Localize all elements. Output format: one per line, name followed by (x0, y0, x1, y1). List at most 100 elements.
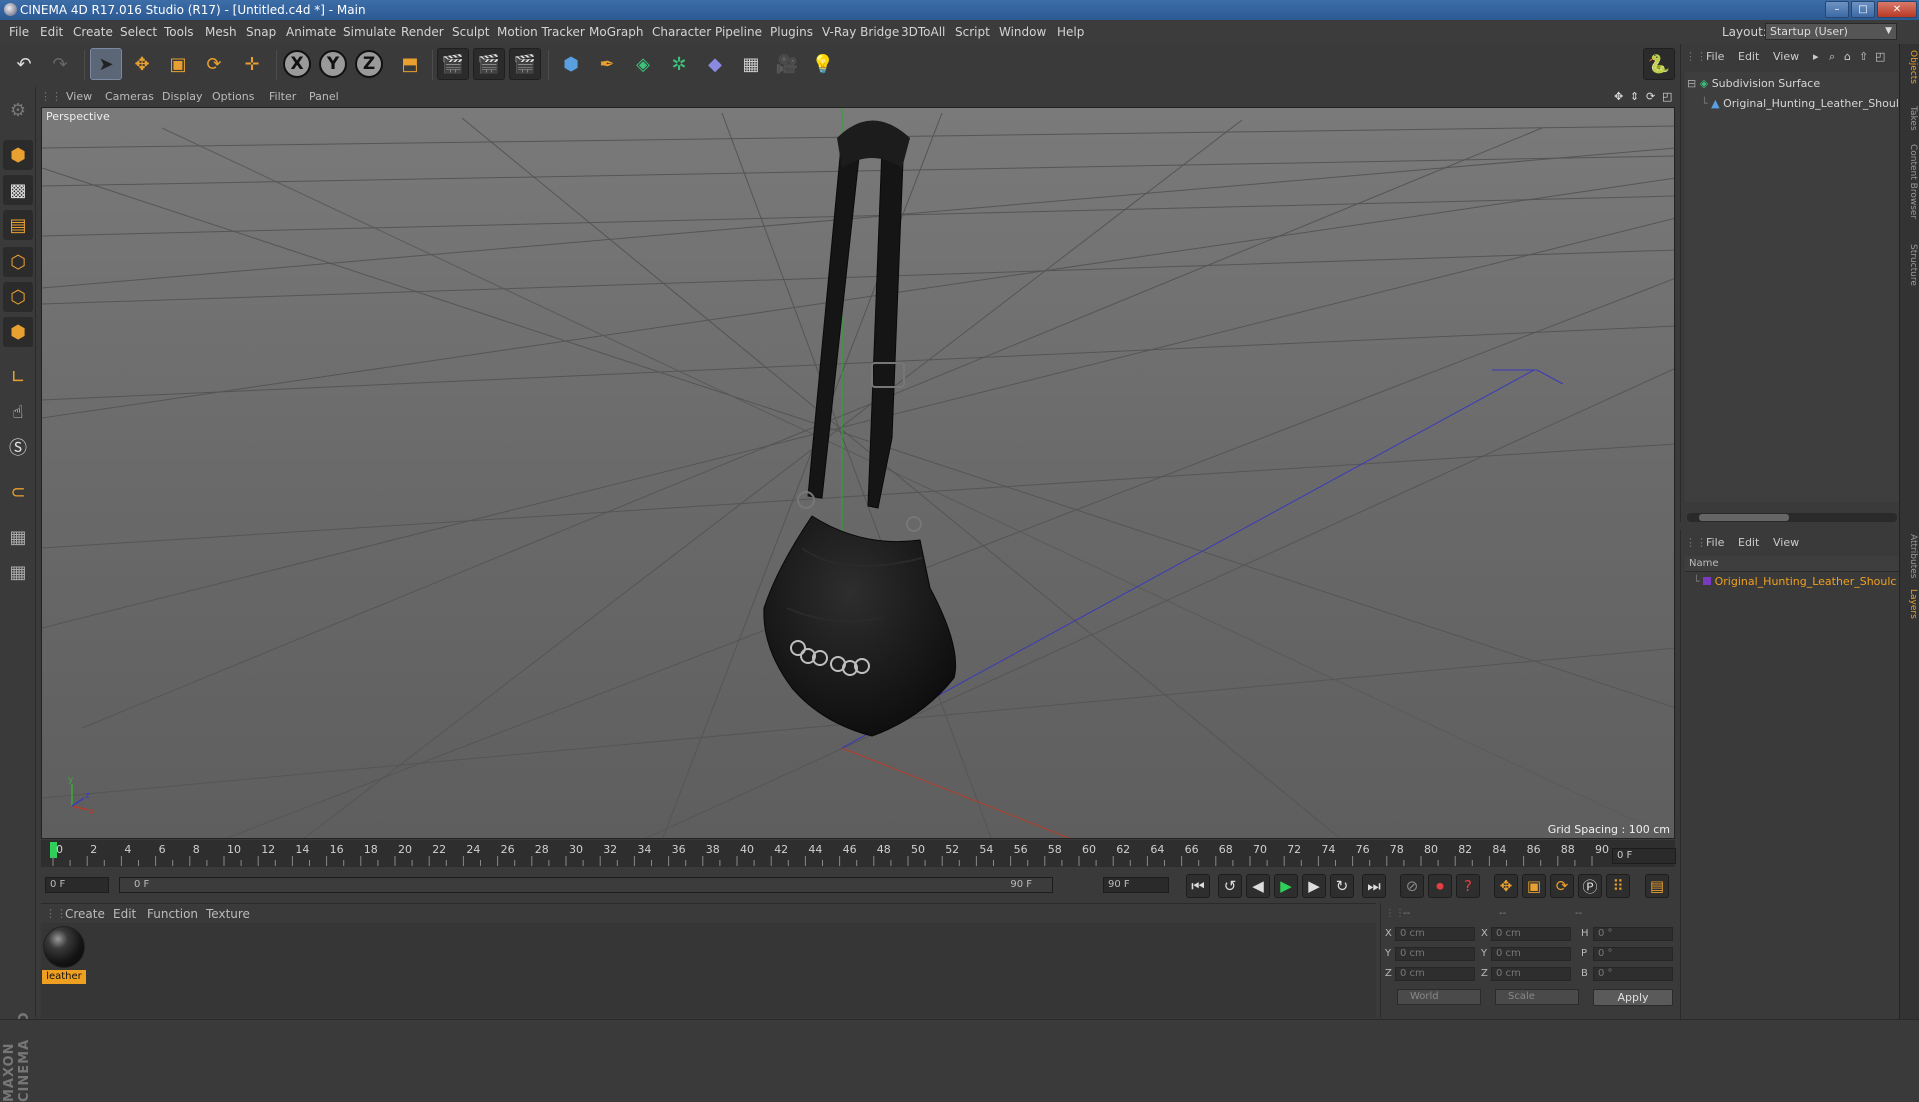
menu-window[interactable]: Window (999, 25, 1046, 39)
menu-create[interactable]: Create (73, 25, 113, 39)
menu-motion-tracker[interactable]: Motion Tracker (497, 25, 585, 39)
model-mode-button[interactable]: ⬢ (3, 140, 33, 170)
layer-menu-edit[interactable]: Edit (1738, 536, 1759, 549)
rot-p-field[interactable]: 0 ° (1593, 947, 1673, 961)
live-selection-button[interactable]: ➤ (90, 48, 122, 80)
material-menu-create[interactable]: Create (65, 907, 105, 921)
key-rotation-button[interactable]: ⟳ (1550, 874, 1574, 898)
tab-takes[interactable]: Takes (1902, 106, 1918, 131)
viewport-zoom-icon[interactable]: ⇕ (1630, 90, 1639, 103)
go-to-start-button[interactable]: ⏮ (1186, 874, 1210, 898)
menu-render[interactable]: Render (401, 25, 444, 39)
collapse-icon[interactable]: ⊟ (1687, 77, 1696, 90)
layer-menu-file[interactable]: File (1706, 536, 1724, 549)
object-menu-view[interactable]: View (1773, 50, 1799, 63)
transform-button[interactable]: ✛ (236, 48, 268, 80)
start-frame-field[interactable]: 0 F (45, 877, 109, 893)
timeline-ruler[interactable]: 0 2 4 6 8 10 12 14 16 18 20 22 24 26 28 30 32 34 36 38 40 42 4… (41, 840, 1675, 867)
z-axis-lock-button[interactable]: Z (355, 50, 383, 78)
key-parameter-button[interactable]: Ⓟ (1578, 874, 1602, 898)
size-y-field[interactable]: 0 cm (1491, 947, 1571, 961)
viewport-menu-cameras[interactable]: Cameras (105, 90, 154, 103)
rot-h-field[interactable]: 0 ° (1593, 927, 1673, 941)
search-icon[interactable]: ⌕ (1829, 50, 1835, 64)
tab-structure[interactable]: Structure (1902, 244, 1918, 286)
more-arrow-icon[interactable]: ▸ (1813, 50, 1819, 63)
key-position-button[interactable]: ✥ (1494, 874, 1518, 898)
layer-menu-view[interactable]: View (1773, 536, 1799, 549)
viewport-menu-panel[interactable]: Panel (309, 90, 339, 103)
previous-frame-button[interactable]: ◀ (1246, 874, 1270, 898)
arrow-up-icon[interactable]: ⇧ (1859, 50, 1868, 63)
render-view-button[interactable]: 🎬 (437, 48, 469, 80)
preview-range-slider[interactable]: 0 F 90 F (119, 877, 1053, 893)
pos-z-field[interactable]: 0 cm (1395, 967, 1475, 981)
viewport-menu-filter[interactable]: Filter (269, 90, 296, 103)
viewport-menu-display[interactable]: Display (162, 90, 203, 103)
viewport-rotate-icon[interactable]: ⟳ (1646, 90, 1655, 103)
menu-pipeline[interactable]: Pipeline (715, 25, 762, 39)
previous-key-button[interactable]: ↺ (1218, 874, 1242, 898)
floor-button[interactable]: ▦ (735, 48, 767, 80)
next-frame-button[interactable]: ▶ (1302, 874, 1326, 898)
viewport-maximize-icon[interactable]: ◰ (1662, 90, 1672, 103)
tree-row-subdivision-surface[interactable]: ⊟ ◈ Subdivision Surface (1687, 75, 1820, 93)
end-frame-field[interactable]: 90 F (1103, 877, 1169, 893)
object-menu-edit[interactable]: Edit (1738, 50, 1759, 63)
layer-row[interactable]: └ Original_Hunting_Leather_Shoulc (1693, 573, 1897, 591)
edges-mode-button[interactable]: ⬡ (3, 282, 33, 312)
python-script-button[interactable]: 🐍 (1643, 48, 1675, 80)
planar-workplane-button[interactable]: ▦ (3, 557, 33, 587)
home-icon[interactable]: ⌂ (1844, 50, 1851, 63)
viewport-menu-view[interactable]: View (66, 90, 92, 103)
light-button[interactable]: 💡 (807, 48, 839, 80)
camera-button[interactable]: 🎥 (771, 48, 803, 80)
menu-simulate[interactable]: Simulate (343, 25, 396, 39)
tab-content-browser[interactable]: Content Browser (1902, 144, 1918, 219)
menu-snap[interactable]: Snap (246, 25, 276, 39)
spline-pen-button[interactable]: ✒ (591, 48, 623, 80)
points-mode-button[interactable]: ⬡ (3, 247, 33, 277)
tab-attributes[interactable]: Attributes (1902, 534, 1918, 578)
menu-character[interactable]: Character (652, 25, 711, 39)
go-to-end-button[interactable]: ⏭ (1362, 874, 1386, 898)
material-menu-texture[interactable]: Texture (206, 907, 250, 921)
layer-column-header[interactable]: Name (1685, 556, 1899, 572)
maximize-button[interactable]: □ (1851, 1, 1875, 18)
size-z-field[interactable]: 0 cm (1491, 967, 1571, 981)
solo-button[interactable]: Ⓢ (3, 432, 33, 462)
menu-edit[interactable]: Edit (40, 25, 63, 39)
tab-layers[interactable]: Layers (1902, 589, 1918, 619)
menu-mesh[interactable]: Mesh (205, 25, 237, 39)
subdivision-surface-button[interactable]: ◈ (627, 48, 659, 80)
scroll-thumb[interactable] (1699, 514, 1789, 521)
menu-3dtoall[interactable]: 3DToAll (901, 25, 945, 39)
menu-vray-bridge[interactable]: V-Ray Bridge (822, 25, 899, 39)
key-pla-button[interactable]: ⠿ (1606, 874, 1630, 898)
scale-button[interactable]: ▣ (162, 48, 194, 80)
key-scale-button[interactable]: ▣ (1522, 874, 1546, 898)
polygons-mode-button[interactable]: ⬢ (3, 317, 33, 347)
menu-plugins[interactable]: Plugins (770, 25, 813, 39)
lock-workplane-button[interactable]: ▦ (3, 522, 33, 552)
perspective-viewport[interactable]: Perspective y x z Grid Spacing: 100 cm (41, 107, 1675, 839)
timeline-window-button[interactable]: ▤ (1645, 874, 1669, 898)
undo-button[interactable]: ↶ (8, 48, 40, 80)
menu-file[interactable]: File (9, 25, 29, 39)
layout-dropdown[interactable]: Startup (User) ▼ (1765, 23, 1897, 40)
autokeying-button[interactable]: ⏺ (1428, 874, 1452, 898)
menu-mograph[interactable]: MoGraph (589, 25, 644, 39)
material-menu-function[interactable]: Function (147, 907, 198, 921)
y-axis-lock-button[interactable]: Y (319, 50, 347, 78)
next-key-button[interactable]: ↻ (1330, 874, 1354, 898)
object-menu-file[interactable]: File (1706, 50, 1724, 63)
axis-mode-button[interactable]: ∟ (3, 362, 33, 392)
menu-sculpt[interactable]: Sculpt (452, 25, 489, 39)
material-preview-sphere[interactable] (43, 926, 85, 968)
make-editable-button[interactable]: ⚙ (3, 95, 33, 125)
current-frame-field[interactable]: 0 F (1612, 848, 1676, 864)
pos-x-field[interactable]: 0 cm (1395, 927, 1475, 941)
viewport-move-icon[interactable]: ✥ (1614, 90, 1623, 103)
move-button[interactable]: ✥ (126, 48, 158, 80)
menu-help[interactable]: Help (1057, 25, 1084, 39)
